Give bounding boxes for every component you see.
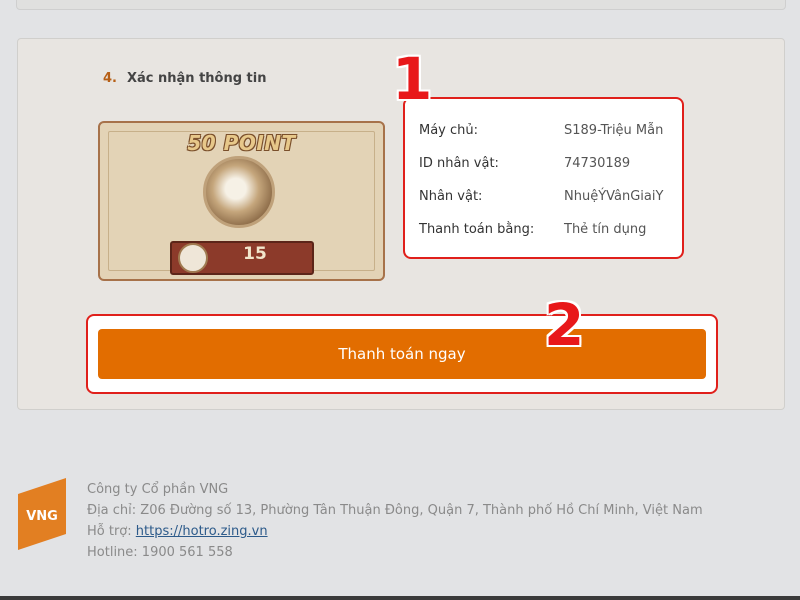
annotation-number-2: 2 bbox=[544, 291, 585, 359]
step-heading: 4. Xác nhận thông tin bbox=[103, 71, 267, 86]
logo-text: VNG bbox=[26, 509, 58, 524]
pay-now-button[interactable]: Thanh toán ngay bbox=[98, 329, 706, 379]
step-number: 4. bbox=[103, 71, 117, 86]
info-value: 74730189 bbox=[564, 156, 631, 171]
info-value: Thẻ tín dụng bbox=[564, 222, 647, 237]
footer-support-label: Hỗ trợ: bbox=[87, 524, 136, 539]
footer-hotline: Hotline: 1900 561 558 bbox=[87, 545, 233, 560]
bottom-bar bbox=[0, 596, 800, 600]
package-price: 15 bbox=[243, 244, 267, 264]
info-value: NhuệÝVânGiaiY bbox=[564, 189, 664, 204]
package-card: 50 POINT 15 bbox=[98, 121, 385, 281]
footer-address: Địa chỉ: Z06 Đường số 13, Phường Tân Thu… bbox=[87, 503, 703, 518]
info-label: Nhân vật: bbox=[419, 189, 483, 204]
info-value: S189-Triệu Mẫn bbox=[564, 123, 664, 138]
vng-logo-icon: VNG bbox=[18, 478, 66, 550]
info-summary-box: Máy chủ: S189-Triệu Mẫn ID nhân vật: 747… bbox=[403, 97, 684, 259]
currency-icon bbox=[178, 243, 208, 273]
step-title: Xác nhận thông tin bbox=[126, 71, 267, 86]
footer-support: Hỗ trợ: https://hotro.zing.vn bbox=[87, 521, 703, 542]
footer: Công ty Cổ phần VNG Địa chỉ: Z06 Đường s… bbox=[87, 479, 703, 563]
info-label: ID nhân vật: bbox=[419, 156, 499, 171]
annotation-number-1: 1 bbox=[392, 45, 433, 113]
info-label: Thanh toán bằng: bbox=[419, 222, 535, 237]
previous-section-card bbox=[16, 0, 786, 10]
footer-company: Công ty Cổ phần VNG bbox=[87, 482, 229, 497]
point-coin-icon bbox=[203, 156, 275, 228]
footer-support-link[interactable]: https://hotro.zing.vn bbox=[136, 524, 268, 539]
info-label: Máy chủ: bbox=[419, 123, 479, 138]
package-title: 50 POINT bbox=[187, 131, 296, 155]
